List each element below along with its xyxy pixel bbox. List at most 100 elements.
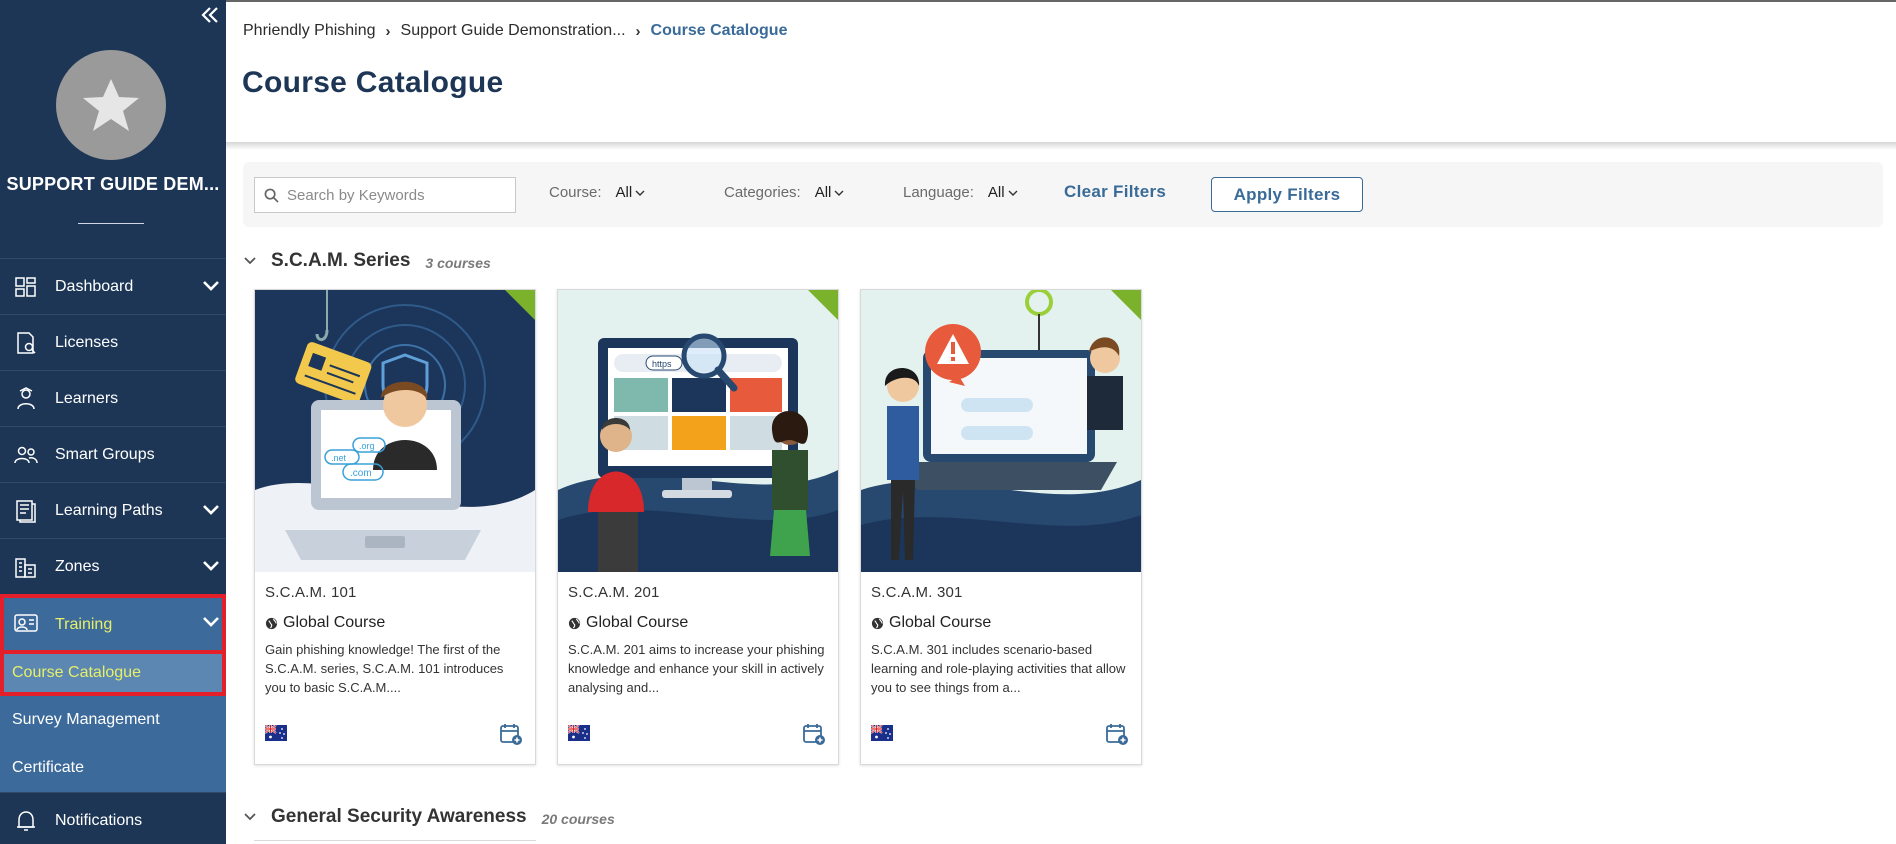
categories-filter-label: Categories: (724, 184, 801, 201)
course-scope-label: Global Course (283, 614, 386, 631)
collapse-sidebar-icon[interactable] (198, 4, 222, 28)
sidebar-item-label: Dashboard (55, 277, 134, 295)
app-root: SUPPORT GUIDE DEM... Dashboard Licenses … (0, 0, 1896, 844)
chevron-down-icon[interactable] (202, 503, 220, 517)
org-name: SUPPORT GUIDE DEM... (6, 174, 220, 194)
breadcrumb-separator-icon: › (635, 22, 641, 40)
course-title: S.C.A.M. 201 (568, 584, 660, 601)
sidebar-item-label: Licenses (55, 333, 119, 351)
add-calendar-icon[interactable] (802, 722, 826, 746)
section-title: S.C.A.M. Series (271, 250, 411, 271)
sidebar-item-label: Notifications (55, 811, 143, 829)
course-thumbnail-scam301 (861, 290, 1141, 572)
header-shadow (226, 142, 1896, 150)
dashboard-icon (15, 277, 36, 297)
categories-filter-value: All (814, 184, 832, 201)
license-icon (17, 332, 36, 354)
categories-filter-dropdown[interactable]: All (815, 184, 845, 201)
language-filter-dropdown[interactable]: All (988, 184, 1018, 201)
sidebar-subitem-certificate[interactable]: Certificate (0, 744, 226, 792)
main-content: Phriendly Phishing › Support Guide Demon… (226, 0, 1896, 844)
search-box[interactable] (254, 177, 516, 213)
language-filter-label: Language: (903, 184, 974, 201)
course-scope: Global Course (568, 614, 688, 632)
learning-path-icon (16, 500, 36, 523)
sidebar-item-notifications[interactable]: Notifications (0, 792, 226, 844)
chevron-down-icon (244, 813, 256, 821)
breadcrumb-item[interactable]: Support Guide Demonstration... (401, 22, 626, 40)
sidebar-nav: Dashboard Licenses Learners Smart Groups… (0, 258, 226, 844)
sidebar-item-dashboard[interactable]: Dashboard (0, 258, 226, 314)
sidebar-item-learners[interactable]: Learners (0, 370, 226, 426)
search-icon (264, 188, 279, 203)
course-scope: Global Course (871, 614, 991, 632)
language-filter: Language: All (903, 184, 1018, 201)
chevron-down-icon (244, 257, 256, 265)
breadcrumb-current: Course Catalogue (650, 22, 788, 39)
section-header-scam-series[interactable]: S.C.A.M. Series 3 courses (243, 250, 491, 272)
search-input[interactable] (287, 182, 507, 208)
course-filter-dropdown[interactable]: All (616, 184, 646, 201)
course-thumbnail-scam101: .net .org .com (255, 290, 535, 572)
australia-flag-icon (568, 725, 590, 741)
chevron-down-icon[interactable] (202, 559, 220, 573)
illustration-domain-label: .org (359, 441, 375, 451)
training-submenu: Course Catalogue Survey Management Certi… (0, 654, 226, 792)
categories-filter: Categories: All (724, 184, 844, 201)
apply-filters-button[interactable]: Apply Filters (1211, 177, 1363, 212)
course-scope-label: Global Course (586, 614, 689, 631)
globe-icon (568, 617, 581, 629)
section-count: 20 courses (541, 810, 615, 827)
course-card-partial (254, 840, 536, 844)
learner-icon (17, 387, 35, 410)
sidebar-item-licenses[interactable]: Licenses (0, 314, 226, 370)
training-icon (14, 614, 38, 632)
course-filter-value: All (615, 184, 633, 201)
australia-flag-icon (871, 725, 893, 741)
breadcrumb-separator-icon: › (385, 22, 391, 40)
illustration-url-label: https (652, 359, 672, 369)
course-scope-label: Global Course (889, 614, 992, 631)
course-filter: Course: All (549, 184, 645, 201)
course-scope: Global Course (265, 614, 385, 632)
course-title: S.C.A.M. 301 (871, 584, 963, 601)
australia-flag-icon (265, 725, 287, 741)
new-badge (1111, 290, 1141, 320)
page-title: Course Catalogue (242, 66, 504, 99)
illustration-domain-label: .com (350, 468, 372, 479)
sidebar-item-label: Zones (55, 557, 100, 575)
section-title: General Security Awareness (271, 806, 527, 827)
clear-filters-button[interactable]: Clear Filters (1064, 182, 1166, 202)
sidebar: SUPPORT GUIDE DEM... Dashboard Licenses … (0, 0, 226, 844)
course-card[interactable]: .net .org .com S.C.A.M. 101 Global Cours… (254, 289, 536, 765)
language-filter-value: All (987, 184, 1005, 201)
new-badge (808, 290, 838, 320)
course-title: S.C.A.M. 101 (265, 584, 357, 601)
chevron-down-icon (1008, 190, 1018, 196)
sidebar-item-training[interactable]: Training (0, 594, 226, 654)
breadcrumb-item[interactable]: Phriendly Phishing (243, 22, 376, 40)
add-calendar-icon[interactable] (1105, 722, 1129, 746)
sidebar-subitem-survey-management[interactable]: Survey Management (0, 696, 226, 744)
filter-bar: Course: All Categories: All Language: Al… (243, 162, 1883, 227)
sidebar-item-label: Smart Groups (55, 445, 155, 463)
section-header-general-security-awareness[interactable]: General Security Awareness 20 courses (243, 806, 615, 828)
breadcrumb: Phriendly Phishing › Support Guide Demon… (243, 22, 787, 40)
course-card[interactable]: https S.C.A.M. 201 Global Course S.C.A.M… (557, 289, 839, 765)
sidebar-item-label: Learners (55, 389, 119, 407)
course-description: S.C.A.M. 201 aims to increase your phish… (568, 642, 825, 695)
chevron-down-icon[interactable] (202, 279, 220, 293)
add-calendar-icon[interactable] (499, 722, 523, 746)
chevron-down-icon (635, 190, 645, 196)
sidebar-subitem-course-catalogue[interactable]: Course Catalogue (0, 654, 226, 696)
chevron-down-icon[interactable] (202, 615, 220, 629)
globe-icon (265, 617, 278, 629)
course-description: S.C.A.M. 301 includes scenario-based lea… (871, 642, 1126, 695)
course-card[interactable]: S.C.A.M. 301 Global Course S.C.A.M. 301 … (860, 289, 1142, 765)
buildings-icon (15, 558, 36, 578)
course-description: Gain phishing knowledge! The first of th… (265, 642, 504, 695)
sidebar-item-learning-paths[interactable]: Learning Paths (0, 482, 226, 538)
avatar[interactable] (56, 50, 166, 160)
sidebar-item-smart-groups[interactable]: Smart Groups (0, 426, 226, 482)
sidebar-item-zones[interactable]: Zones (0, 538, 226, 594)
